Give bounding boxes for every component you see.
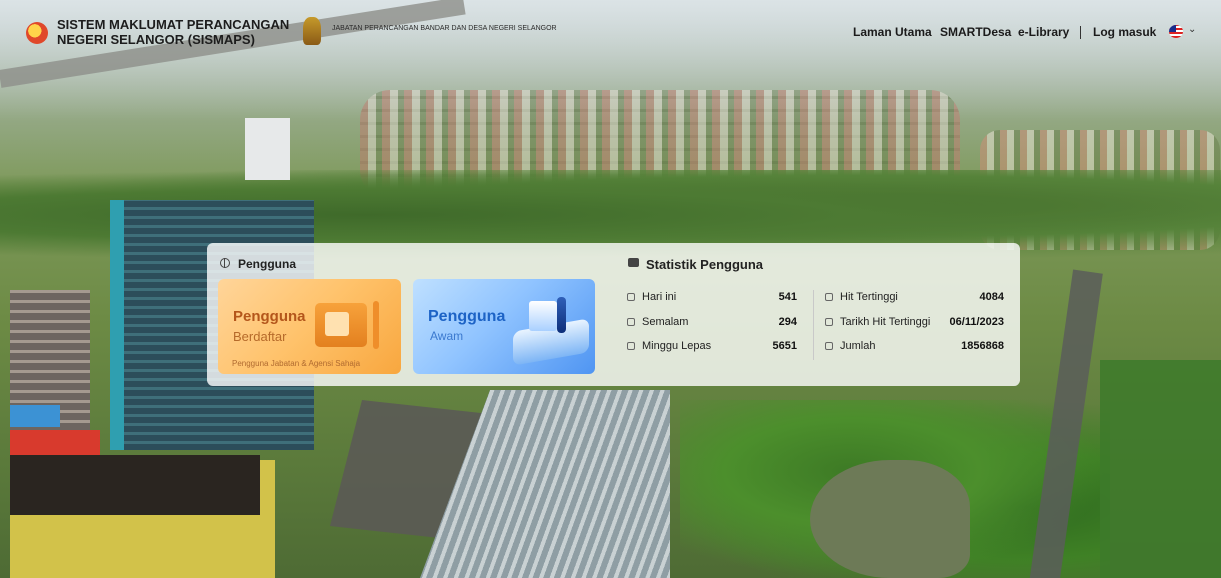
- sum-icon: [825, 342, 833, 350]
- public-card-line1: Pengguna: [428, 308, 506, 325]
- stat-highest-label: Hit Tertinggi: [840, 291, 898, 303]
- stat-today-value: 541: [778, 291, 797, 303]
- stat-total-value: 1856868: [961, 340, 1004, 352]
- registered-card-line2: Berdaftar: [233, 329, 287, 344]
- stat-yesterday-value: 294: [778, 316, 797, 328]
- site-title[interactable]: SISTEM MAKLUMAT PERANCANGAN NEGERI SELAN…: [57, 17, 289, 47]
- stat-lastweek-label: Minggu Lepas: [642, 340, 712, 352]
- stat-yesterday-label: Semalam: [642, 316, 689, 328]
- department-name: JABATAN PERANCANGAN BANDAR DAN DESA NEGE…: [332, 25, 557, 32]
- stat-lastweek-value: 5651: [772, 340, 797, 352]
- stat-highest-date-label: Tarikh Hit Tertinggi: [840, 316, 931, 328]
- public-card-line2: Awam: [430, 329, 464, 343]
- registered-user-card[interactable]: Pengguna Berdaftar Pengguna Jabatan & Ag…: [218, 279, 401, 374]
- nav-smartdesa[interactable]: SMARTDesa: [940, 25, 1011, 39]
- chat-icon: [628, 258, 639, 267]
- state-crest-icon: [303, 17, 321, 45]
- nav-login[interactable]: Log masuk: [1093, 25, 1156, 39]
- public-user-card[interactable]: Pengguna Awam: [413, 279, 595, 374]
- malaysia-flag-icon[interactable]: [1169, 25, 1183, 38]
- right-trees: [1100, 360, 1221, 578]
- nav-separator: [1080, 26, 1081, 39]
- date-icon: [825, 318, 833, 326]
- registered-book-icon: [315, 301, 379, 349]
- lake: [810, 460, 970, 578]
- dark-roof: [10, 455, 260, 515]
- users-section-title: Pengguna: [238, 257, 297, 271]
- distant-tower: [245, 118, 290, 180]
- person-icon: [627, 293, 635, 301]
- chart-icon: [627, 342, 635, 350]
- stat-highest-value: 4084: [979, 291, 1004, 303]
- chevron-down-icon[interactable]: ⌄: [1188, 24, 1196, 35]
- public-user-illustration-icon: [511, 293, 591, 366]
- iso-screen: [529, 301, 557, 331]
- site-title-line1: SISTEM MAKLUMAT PERANCANGAN: [57, 17, 290, 32]
- iso-person: [557, 297, 566, 333]
- stats-section-title: Statistik Pengguna: [646, 257, 764, 272]
- calendar-icon: [627, 318, 635, 326]
- site-title-line2: NEGERI SELANGOR (SISMAPS): [57, 32, 255, 47]
- stats-divider: [813, 290, 814, 360]
- pool: [10, 405, 60, 427]
- nav-elibrary[interactable]: e-Library: [1018, 25, 1069, 39]
- stat-total-label: Jumlah: [840, 340, 876, 352]
- trophy-icon: [825, 293, 833, 301]
- sismaps-logo-icon[interactable]: [26, 22, 48, 44]
- registered-card-note: Pengguna Jabatan & Agensi Sahaja: [232, 359, 361, 368]
- stat-today-label: Hari ini: [642, 291, 677, 303]
- nav-home[interactable]: Laman Utama: [853, 25, 932, 39]
- registered-card-line1: Pengguna: [233, 308, 306, 325]
- stat-highest-date-value: 06/11/2023: [949, 316, 1004, 328]
- top-header: SISTEM MAKLUMAT PERANCANGAN NEGERI SELAN…: [0, 0, 1221, 52]
- globe-icon: [220, 258, 230, 268]
